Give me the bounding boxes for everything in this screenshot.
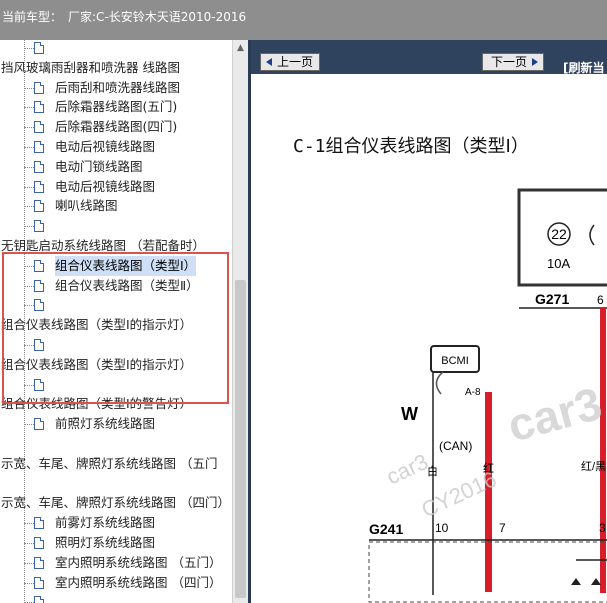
tree-folder[interactable] [0, 474, 232, 494]
document-icon [34, 101, 44, 114]
document-icon [34, 537, 44, 549]
tree-item[interactable]: 后除霜器线路图(五门) [0, 97, 232, 117]
tree-connector [24, 186, 34, 188]
tree-connector [24, 166, 34, 168]
tree-connector [24, 226, 34, 228]
tree-folder[interactable]: 示宽、车尾、牌照灯系统线路图 （五门 [0, 454, 232, 474]
fuse-number-text: 22 [551, 226, 567, 242]
tree-folder[interactable]: 示宽、车尾、牌照灯系统线路图 （四门） [0, 493, 232, 513]
bcm-pin-label: A-8 [465, 387, 481, 398]
tree-item[interactable]: 电动后视镜线路图 [0, 137, 232, 157]
ground-top-pin: 6 [597, 293, 604, 307]
tree-item-label: 挡风玻璃雨刮器和喷洗器 线路图 [1, 59, 180, 75]
document-icon [34, 517, 44, 530]
pin-mid: 7 [499, 521, 506, 535]
tree-item-label: 室内照明系统线路图 （五门） [55, 554, 222, 570]
tree-item-label: 后除霜器线路图(四门) [55, 119, 178, 135]
tree-connector [24, 48, 34, 49]
document-icon [34, 160, 44, 173]
connector-label: G241 [369, 521, 403, 537]
fuse-rating-text: 10A [547, 256, 570, 271]
pin-right: 3 [599, 521, 606, 535]
tree-item[interactable]: 后雨刮和喷洗器线路图 [0, 78, 232, 98]
tree-item[interactable]: 前照灯系统线路图 [0, 414, 232, 434]
document-icon [34, 200, 44, 213]
tree-item-label: 室内照明系统线路图 （四门） [55, 574, 222, 590]
tree-connector [24, 582, 34, 584]
wire-color-redgreen: 红/黑 [581, 460, 606, 473]
tree-folder[interactable] [0, 434, 232, 454]
tree-item[interactable]: 室内照明系统线路图 （五门） [0, 553, 232, 573]
watermark-text: car3 [383, 449, 432, 490]
document-icon [34, 220, 44, 233]
current-vehicle: 厂家:C-长安铃木天语2010-2016 [68, 10, 247, 24]
can-label: (CAN) [439, 439, 472, 453]
tree-item-label: 前照灯系统线路图 [55, 416, 156, 432]
diagram-panel: 上一页 下一页 [刷新当 C-1组合仪表线路图（类型Ⅰ） 22 10A G271… [248, 40, 607, 603]
tree-scrollbar[interactable]: ▲ [232, 40, 248, 603]
document-icon [34, 81, 44, 94]
document-icon [34, 418, 44, 431]
tree-item[interactable]: 前雾灯系统线路图 [0, 513, 232, 533]
tree-folder[interactable]: 挡风玻璃雨刮器和喷洗器 线路图 [0, 58, 232, 78]
tree-item[interactable]: 照明灯系统线路图 [0, 533, 232, 553]
tree-item[interactable]: 室内照明系统线路图 （四门） [0, 573, 232, 593]
tree-item-label: 示宽、车尾、牌照灯系统线路图 （五门 [1, 455, 218, 471]
red-wire-main [600, 308, 606, 593]
wire-label-w: W [401, 404, 418, 424]
scroll-thumb[interactable] [235, 280, 246, 598]
ground-top-label: G271 [535, 291, 569, 307]
tree-item[interactable]: 后除霜器线路图(四门) [0, 117, 232, 137]
tree-item[interactable]: 电动门锁线路图 [0, 157, 232, 177]
tree-item-label: 喇叭线路图 [55, 198, 118, 214]
diode-icon [571, 578, 581, 585]
tree-connector [24, 523, 34, 525]
document-icon [34, 121, 44, 134]
watermark-logo: car3 [502, 377, 607, 452]
fuse-symbol-icon [589, 224, 595, 246]
annotation-highlight-box [2, 252, 229, 404]
tree-item-label: 前雾灯系统线路图 [55, 515, 156, 531]
tree-item-label: 电动门锁线路图 [55, 158, 143, 174]
diode-icon-2 [591, 578, 601, 585]
scroll-up-arrow-icon[interactable]: ▲ [233, 40, 248, 56]
document-icon [34, 576, 44, 589]
bcm-module-label: BCMI [441, 355, 469, 367]
document-icon [34, 180, 44, 193]
tree-connector [24, 206, 34, 208]
document-icon [34, 42, 44, 54]
tree-item[interactable] [0, 40, 232, 58]
tree-item[interactable] [0, 216, 232, 236]
tree-connector [24, 127, 34, 129]
document-icon [34, 141, 44, 153]
tree-item-label: 后雨刮和喷洗器线路图 [55, 79, 181, 95]
tree-connector [24, 87, 34, 89]
document-icon [34, 556, 44, 569]
tree-connector [24, 424, 34, 426]
wiring-diagram: 22 10A G271 6 BCMI A-8 W (CAN) 白 红 红/黑 G… [368, 188, 607, 603]
tree-connector [24, 562, 34, 564]
tree-item-label: 电动后视镜线路图 [55, 178, 156, 194]
document-icon [34, 596, 44, 603]
tree-item-label: 后除霜器线路图(五门) [55, 99, 178, 115]
tree-item[interactable]: 喇叭线路图 [0, 196, 232, 216]
tree-item-label: 示宽、车尾、牌照灯系统线路图 （四门） [1, 495, 230, 511]
current-model-label: 当前车型： [2, 10, 63, 24]
pin-left: 10 [435, 521, 449, 535]
tree-connector [24, 107, 34, 109]
tree-connector [24, 147, 34, 148]
tree-item[interactable] [0, 592, 232, 603]
tree-item-label: 电动后视镜线路图 [55, 139, 156, 154]
tree-item[interactable]: 电动后视镜线路图 [0, 177, 232, 197]
title-bar: 当前车型： 厂家:C-长安铃木天语2010-2016 [0, 0, 607, 40]
tree-connector [24, 543, 34, 544]
tree-item-label: 照明灯系统线路图 [55, 535, 156, 550]
